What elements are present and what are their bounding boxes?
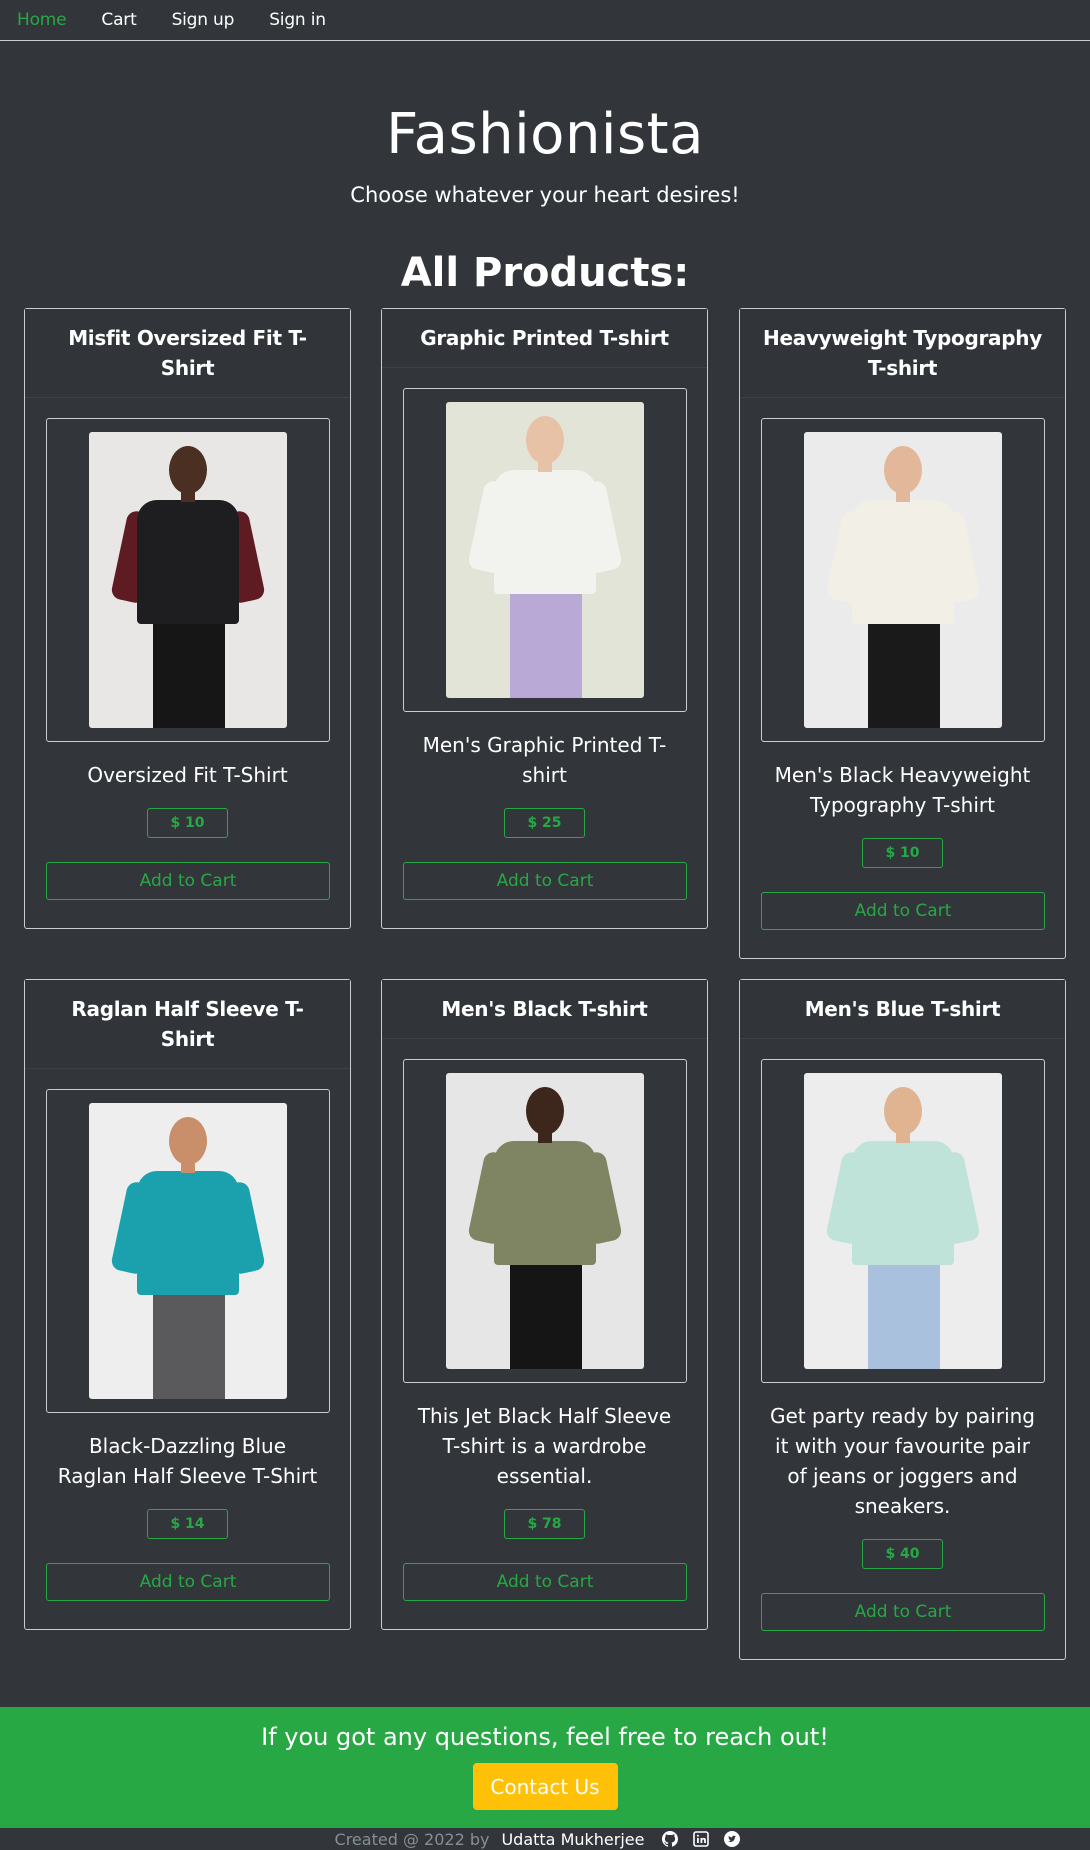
model-pants xyxy=(153,612,225,728)
nav-signin-link[interactable]: Sign in xyxy=(269,10,326,30)
add-to-cart-button[interactable]: Add to Cart xyxy=(403,862,687,900)
model-pants xyxy=(868,612,940,728)
product-description: Men's Black Heavyweight Typography T-shi… xyxy=(774,763,1031,817)
model-neck xyxy=(181,1159,195,1173)
price-badge: $ 10 xyxy=(862,838,943,868)
contact-section: If you got any questions, feel free to r… xyxy=(0,1707,1090,1828)
price-badge: $ 78 xyxy=(504,1509,585,1539)
model-head xyxy=(526,416,564,464)
model-head xyxy=(884,1087,922,1135)
price-badge: $ 40 xyxy=(862,1539,943,1569)
product-title: Raglan Half Sleeve T-Shirt xyxy=(25,980,350,1069)
product-card: Men's Black T-shirt This Jet Black Half … xyxy=(381,979,708,1630)
navbar: Home Cart Sign up Sign in xyxy=(0,0,1090,41)
model-shirt xyxy=(494,1141,596,1265)
model-neck xyxy=(181,488,195,502)
model-pants xyxy=(868,1253,940,1369)
add-to-cart-button[interactable]: Add to Cart xyxy=(46,862,330,900)
add-to-cart-button[interactable]: Add to Cart xyxy=(46,1563,330,1601)
credit-bar: Created @ 2022 by Udatta Mukherjee xyxy=(0,1828,1090,1850)
product-image-frame xyxy=(403,388,687,712)
product-image xyxy=(89,1103,287,1399)
model-neck xyxy=(896,488,910,502)
twitter-icon[interactable] xyxy=(724,1831,741,1847)
model-head xyxy=(526,1087,564,1135)
model-neck xyxy=(896,1129,910,1143)
linkedin-icon[interactable] xyxy=(693,1831,710,1847)
product-description: Oversized Fit T-Shirt xyxy=(87,763,288,787)
product-image xyxy=(804,1073,1002,1369)
product-card: Raglan Half Sleeve T-Shirt Black-Dazzlin… xyxy=(24,979,351,1630)
product-card: Heavyweight Typography T-shirt Men's Bla… xyxy=(739,308,1066,959)
product-description: This Jet Black Half Sleeve T-shirt is a … xyxy=(417,1404,672,1488)
model-pants xyxy=(510,1253,582,1369)
hero-title: Fashionista xyxy=(386,102,704,167)
products-section-title: All Products: xyxy=(400,250,690,296)
contact-us-button[interactable]: Contact Us xyxy=(472,1763,618,1810)
product-card: Men's Blue T-shirt Get party ready by pa… xyxy=(739,979,1066,1660)
model-pants xyxy=(510,582,582,698)
contact-prompt: If you got any questions, feel free to r… xyxy=(261,1723,829,1751)
product-image xyxy=(446,1073,644,1369)
product-image-frame xyxy=(403,1059,687,1383)
model-shirt xyxy=(852,500,954,624)
product-title: Heavyweight Typography T-shirt xyxy=(740,309,1065,398)
model-neck xyxy=(538,458,552,472)
product-title: Men's Black T-shirt xyxy=(382,980,707,1039)
product-title: Misfit Oversized Fit T-Shirt xyxy=(25,309,350,398)
product-title: Men's Blue T-shirt xyxy=(740,980,1065,1039)
model-shirt xyxy=(137,1171,239,1295)
product-title: Graphic Printed T-shirt xyxy=(382,309,707,368)
add-to-cart-button[interactable]: Add to Cart xyxy=(761,892,1045,930)
product-image-frame xyxy=(761,1059,1045,1383)
product-description: Black-Dazzling Blue Raglan Half Sleeve T… xyxy=(57,1434,318,1488)
product-description: Men's Graphic Printed T-shirt xyxy=(422,733,667,787)
nav-signup-link[interactable]: Sign up xyxy=(172,10,235,30)
product-description: Get party ready by pairing it with your … xyxy=(770,1404,1035,1518)
model-neck xyxy=(538,1129,552,1143)
price-badge: $ 14 xyxy=(147,1509,228,1539)
model-pants xyxy=(153,1283,225,1399)
add-to-cart-button[interactable]: Add to Cart xyxy=(403,1563,687,1601)
model-head xyxy=(884,446,922,494)
created-label: Created @ 2022 by xyxy=(334,1829,490,1849)
product-card: Graphic Printed T-shirt Men's Graphic Pr… xyxy=(381,308,708,929)
product-image-frame xyxy=(46,1089,330,1413)
github-icon[interactable] xyxy=(662,1831,679,1847)
product-image-frame xyxy=(46,418,330,742)
price-badge: $ 10 xyxy=(147,808,228,838)
nav-home-link[interactable]: Home xyxy=(17,10,67,30)
model-shirt xyxy=(494,470,596,594)
author-name[interactable]: Udatta Mukherjee xyxy=(501,1830,644,1849)
nav-cart-link[interactable]: Cart xyxy=(101,10,136,30)
product-image xyxy=(804,432,1002,728)
product-card: Misfit Oversized Fit T-Shirt Oversized F… xyxy=(24,308,351,929)
add-to-cart-button[interactable]: Add to Cart xyxy=(761,1593,1045,1631)
product-image xyxy=(446,402,644,698)
model-shirt xyxy=(137,500,239,624)
hero-subtitle: Choose whatever your heart desires! xyxy=(350,183,740,207)
price-badge: $ 25 xyxy=(504,808,585,838)
model-shirt xyxy=(852,1141,954,1265)
model-head xyxy=(169,446,207,494)
model-head xyxy=(169,1117,207,1165)
product-image-frame xyxy=(761,418,1045,742)
product-image xyxy=(89,432,287,728)
